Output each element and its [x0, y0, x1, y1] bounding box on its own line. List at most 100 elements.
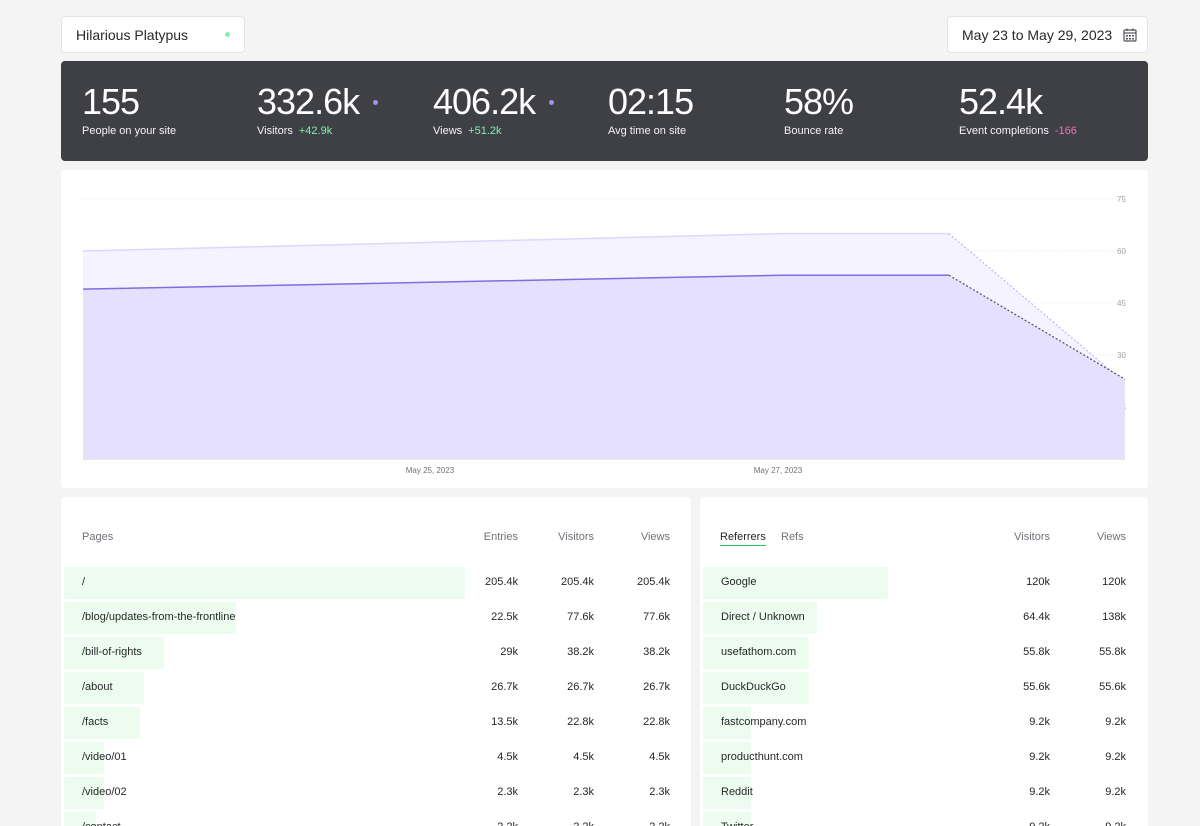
x-tick-label: May 27, 2023: [754, 466, 803, 475]
stat-value: 332.6k: [257, 81, 360, 122]
stat-label: Views: [433, 125, 463, 137]
row-name[interactable]: /contact: [82, 821, 121, 826]
row-name[interactable]: /facts: [82, 716, 108, 728]
row-name[interactable]: /bill-of-rights: [82, 646, 142, 658]
entries-header[interactable]: Entries: [458, 531, 518, 543]
table-row[interactable]: /blog/updates-from-the-frontline 22.5k 77.…: [64, 602, 670, 634]
stat-label: Bounce rate: [784, 125, 844, 137]
table-row[interactable]: /bill-of-rights 29k 38.2k 38.2k: [64, 637, 670, 669]
row-entries: 205.4k: [484, 576, 518, 588]
row-views: 55.8k: [1099, 646, 1126, 658]
row-name[interactable]: Twitter: [721, 821, 753, 826]
row-name[interactable]: DuckDuckGo: [721, 681, 786, 693]
row-name[interactable]: usefathom.com: [721, 646, 796, 658]
table-row[interactable]: fastcompany.com 9.2k 9.2k: [703, 707, 1143, 739]
chart-canvas[interactable]: 1530456075May 25, 2023May 27, 2023: [61, 170, 1148, 488]
stat-value: 52.4k: [959, 81, 1043, 122]
pages-table: Pages Entries Visitors Views / 205.4k 205.…: [61, 497, 691, 826]
row-views: 120k: [1102, 576, 1126, 588]
views-header[interactable]: Views: [610, 531, 670, 543]
row-name[interactable]: /video/01: [82, 751, 127, 763]
y-tick-label: 60: [1117, 247, 1126, 256]
stat-delta: +42.9k: [298, 125, 333, 137]
row-visitors: 64.4k: [1023, 611, 1050, 623]
row-name[interactable]: Reddit: [721, 786, 753, 798]
table-row[interactable]: DuckDuckGo 55.6k 55.6k: [703, 672, 1143, 704]
row-visitors: 120k: [1026, 576, 1050, 588]
table-row[interactable]: Google 120k 120k: [703, 567, 1143, 599]
row-visitors: 9.2k: [1029, 716, 1050, 728]
row-name[interactable]: producthunt.com: [721, 751, 803, 763]
table-row[interactable]: producthunt.com 9.2k 9.2k: [703, 742, 1143, 774]
row-visitors: 2.3k: [573, 786, 594, 798]
stat-views[interactable]: 406.2k Views +51.2k: [433, 81, 555, 137]
site-selector[interactable]: Hilarious Platypus: [61, 16, 245, 53]
series-area: [83, 275, 1125, 459]
row-entries: 4.5k: [497, 751, 518, 763]
calendar-icon: [1123, 28, 1137, 42]
stat-people-online: 155 People on your site: [82, 81, 176, 137]
row-visitors: 55.6k: [1023, 681, 1050, 693]
table-row[interactable]: Twitter 9.2k 9.2k: [703, 812, 1143, 826]
row-visitors: 9.2k: [1029, 751, 1050, 763]
tab-refs[interactable]: Refs: [781, 531, 804, 543]
y-tick-label: 75: [1117, 195, 1126, 204]
row-name[interactable]: /video/02: [82, 786, 127, 798]
series-dot-icon: [549, 99, 555, 105]
row-name[interactable]: fastcompany.com: [721, 716, 806, 728]
table-row[interactable]: / 205.4k 205.4k 205.4k: [64, 567, 670, 599]
stat-label: Event completions: [959, 125, 1049, 137]
table-row[interactable]: Direct / Unknown 64.4k 138k: [703, 602, 1143, 634]
stat-event-completions[interactable]: 52.4k Event completions -166: [959, 81, 1077, 137]
row-views: 2.3k: [649, 786, 670, 798]
table-row[interactable]: /video/01 4.5k 4.5k 4.5k: [64, 742, 670, 774]
row-views: 9.2k: [1105, 716, 1126, 728]
visitors-header[interactable]: Visitors: [534, 531, 594, 543]
row-views: 26.7k: [643, 681, 670, 693]
table-row[interactable]: usefathom.com 55.8k 55.8k: [703, 637, 1143, 669]
row-views: 9.2k: [1066, 821, 1126, 826]
stat-bounce-rate[interactable]: 58% Bounce rate: [784, 81, 854, 137]
row-views: 22.8k: [643, 716, 670, 728]
y-tick-label: 45: [1117, 299, 1126, 308]
row-views: 138k: [1102, 611, 1126, 623]
row-entries: 2.3k: [497, 786, 518, 798]
row-visitors: 9.2k: [1029, 786, 1050, 798]
row-views: 2.2k: [610, 821, 670, 826]
row-visitors: 26.7k: [567, 681, 594, 693]
series-dot-icon: [373, 99, 379, 105]
row-visitors: 22.8k: [567, 716, 594, 728]
pages-header[interactable]: Pages: [82, 531, 113, 543]
tab-referrers[interactable]: Referrers: [720, 531, 766, 546]
row-visitors: 55.8k: [1023, 646, 1050, 658]
stat-label: Visitors: [257, 125, 293, 137]
row-name[interactable]: /about: [82, 681, 113, 693]
row-visitors: 205.4k: [560, 576, 594, 588]
ref-visitors-header[interactable]: Visitors: [990, 531, 1050, 543]
ref-views-header[interactable]: Views: [1066, 531, 1126, 543]
row-name[interactable]: Direct / Unknown: [721, 611, 805, 623]
referrers-table: Referrers Refs Visitors Views Google 120k…: [700, 497, 1148, 826]
date-range-label: May 23 to May 29, 2023: [962, 26, 1113, 43]
stat-value: 155: [82, 81, 140, 122]
table-row[interactable]: Reddit 9.2k 9.2k: [703, 777, 1143, 809]
table-row[interactable]: /about 26.7k 26.7k 26.7k: [64, 672, 670, 704]
table-row[interactable]: /contact 2.2k 2.2k 2.2k: [64, 812, 670, 826]
row-name[interactable]: /blog/updates-from-the-frontline: [82, 611, 235, 623]
row-name[interactable]: Google: [721, 576, 756, 588]
row-name[interactable]: /: [82, 576, 85, 588]
table-row[interactable]: /video/02 2.3k 2.3k 2.3k: [64, 777, 670, 809]
stat-label: People on your site: [82, 125, 177, 137]
table-row[interactable]: /facts 13.5k 22.8k 22.8k: [64, 707, 670, 739]
row-views: 77.6k: [643, 611, 670, 623]
traffic-chart: 1530456075May 25, 2023May 27, 2023: [61, 170, 1148, 488]
stat-value: 58%: [784, 81, 854, 122]
date-range-picker[interactable]: May 23 to May 29, 2023: [947, 16, 1148, 53]
stat-visitors[interactable]: 332.6k Visitors +42.9k: [257, 81, 379, 137]
stat-avg-time[interactable]: 02:15 Avg time on site: [608, 81, 694, 137]
row-entries: 22.5k: [491, 611, 518, 623]
row-visitors: 77.6k: [567, 611, 594, 623]
stats-bar: 155 People on your site 332.6k Visitors +…: [61, 61, 1148, 161]
stat-delta: -166: [1054, 125, 1077, 137]
site-name: Hilarious Platypus: [76, 26, 189, 43]
